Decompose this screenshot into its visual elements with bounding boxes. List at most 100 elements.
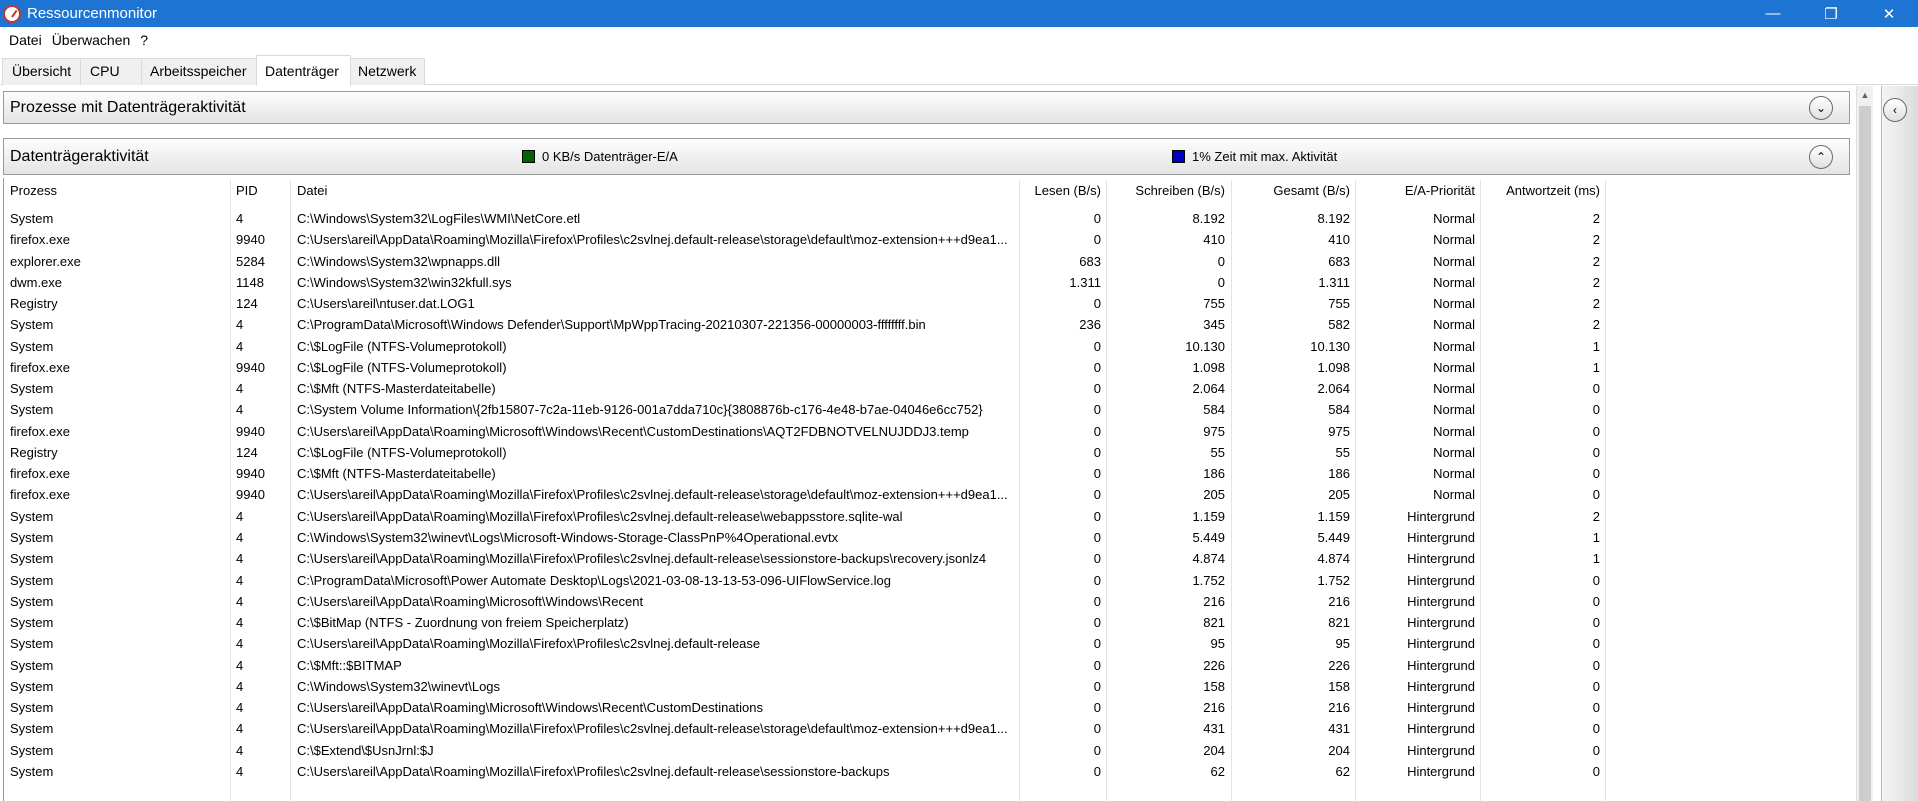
scroll-up-icon[interactable]: ▲ bbox=[1857, 86, 1873, 103]
table-row[interactable]: System 4 C:\ProgramData\Microsoft\Power Au… bbox=[4, 570, 1850, 591]
cell-response: 0 bbox=[1592, 444, 1600, 460]
tab-datentraeger[interactable]: Datenträger bbox=[256, 55, 351, 86]
table-row[interactable]: System 4 C:\Windows\System32\winevt\Logs\M… bbox=[4, 527, 1850, 548]
menu-datei[interactable]: Datei bbox=[4, 32, 47, 48]
table-row[interactable]: System 4 C:\Users\areil\AppData\Roaming\Mo… bbox=[4, 506, 1850, 527]
cell-priority: Normal bbox=[1433, 423, 1475, 439]
table-row[interactable]: System 4 C:\$LogFile (NTFS-Volumeprotokoll… bbox=[4, 336, 1850, 357]
table-row[interactable]: System 4 C:\$Mft::$BITMAP 0 226 226 Hintergrun… bbox=[4, 655, 1850, 676]
cell-process: System bbox=[10, 381, 54, 397]
column-header-process[interactable]: Prozess bbox=[10, 183, 225, 198]
legend-time-swatch bbox=[1172, 150, 1185, 163]
cell-file: C:\$Extend\$UsnJrnl:$J bbox=[297, 742, 434, 758]
column-header-priority[interactable]: E/A-Priorität bbox=[1358, 183, 1475, 198]
cell-write: 345 bbox=[1203, 317, 1225, 333]
minimize-button[interactable]: — bbox=[1744, 0, 1802, 27]
table-row[interactable]: Registry 124 C:\$LogFile (NTFS-Volumeproto… bbox=[4, 442, 1850, 463]
table-row[interactable]: System 4 C:\$Mft (NTFS-Masterdateitabelle)… bbox=[4, 378, 1850, 399]
cell-response: 0 bbox=[1592, 572, 1600, 588]
cell-file: C:\Windows\System32\wpnapps.dll bbox=[297, 253, 501, 269]
column-header-read[interactable]: Lesen (B/s) bbox=[1022, 183, 1101, 198]
table-row[interactable]: System 4 C:\Users\areil\AppData\Roaming\Mi… bbox=[4, 697, 1850, 718]
table-row[interactable]: System 4 C:\Users\areil\AppData\Roaming\Mo… bbox=[4, 761, 1850, 782]
cell-priority: Hintergrund bbox=[1407, 529, 1475, 545]
cell-priority: Hintergrund bbox=[1407, 636, 1475, 652]
table-row[interactable]: firefox.exe 9940 C:\$LogFile (NTFS-Volumep… bbox=[4, 357, 1850, 378]
cell-total: 204 bbox=[1328, 742, 1350, 758]
tab-arbeitsspeicher[interactable]: Arbeitsspeicher bbox=[141, 58, 257, 85]
cell-read: 0 bbox=[1093, 487, 1101, 503]
table-row[interactable]: System 4 C:\Windows\System32\winevt\Logs 0 1… bbox=[4, 676, 1850, 697]
cell-priority: Hintergrund bbox=[1407, 551, 1475, 567]
cell-write: 205 bbox=[1203, 487, 1225, 503]
cell-total: 158 bbox=[1328, 678, 1350, 694]
cell-write: 186 bbox=[1203, 466, 1225, 482]
table-row[interactable]: System 4 C:\$Extend\$UsnJrnl:$J 0 204 204 Hint… bbox=[4, 740, 1850, 761]
table-row[interactable]: dwm.exe 1148 C:\Windows\System32\win32kful… bbox=[4, 272, 1850, 293]
cell-file: C:\Windows\System32\winevt\Logs bbox=[297, 678, 501, 694]
disk-activity-table: Prozess PID Datei Lesen (B/s) Schreiben … bbox=[3, 178, 1850, 801]
table-row[interactable]: firefox.exe 9940 C:\$Mft (NTFS-Masterdatei… bbox=[4, 463, 1850, 484]
cell-file: C:\Windows\System32\winevt\Logs\Microsof… bbox=[297, 529, 839, 545]
cell-pid: 4 bbox=[236, 508, 244, 524]
table-row[interactable]: Registry 124 C:\Users\areil\ntuser.dat.LOG… bbox=[4, 293, 1850, 314]
cell-read: 0 bbox=[1093, 296, 1101, 312]
menu-help[interactable]: ? bbox=[135, 32, 153, 48]
cell-priority: Normal bbox=[1433, 338, 1475, 354]
column-header-response[interactable]: Antwortzeit (ms) bbox=[1483, 183, 1600, 198]
tab-uebersicht[interactable]: Übersicht bbox=[2, 58, 81, 85]
cell-priority: Hintergrund bbox=[1407, 742, 1475, 758]
cell-read: 0 bbox=[1093, 636, 1101, 652]
cell-read: 0 bbox=[1093, 211, 1101, 226]
menu-ueberwachen[interactable]: Überwachen bbox=[47, 32, 136, 48]
cell-total: 205 bbox=[1328, 487, 1350, 503]
chevron-up-icon[interactable]: ⌃ bbox=[1809, 144, 1833, 169]
chevron-down-icon[interactable]: ⌄ bbox=[1809, 95, 1833, 120]
cell-total: 683 bbox=[1328, 253, 1350, 269]
cell-process: System bbox=[10, 317, 54, 333]
cell-pid: 4 bbox=[236, 636, 244, 652]
tab-netzwerk[interactable]: Netzwerk bbox=[350, 58, 425, 85]
cell-total: 821 bbox=[1328, 615, 1350, 631]
column-header-write[interactable]: Schreiben (B/s) bbox=[1109, 183, 1225, 198]
table-row[interactable]: System 4 C:\$BitMap (NTFS - Zuordnung von … bbox=[4, 612, 1850, 633]
cell-write: 975 bbox=[1203, 423, 1225, 439]
cell-total: 2.064 bbox=[1317, 381, 1350, 397]
table-row[interactable]: System 4 C:\ProgramData\Microsoft\Windows … bbox=[4, 314, 1850, 335]
table-row[interactable]: System 4 C:\Users\areil\AppData\Roaming\Mi… bbox=[4, 591, 1850, 612]
table-row[interactable]: System 4 C:\System Volume Information\{2fb… bbox=[4, 399, 1850, 420]
legend-io-swatch bbox=[522, 150, 535, 163]
table-row[interactable]: System 4 C:\Users\areil\AppData\Roaming\Mo… bbox=[4, 548, 1850, 569]
column-header-file[interactable]: Datei bbox=[297, 183, 1012, 198]
tab-cpu[interactable]: CPU bbox=[80, 58, 142, 85]
chevron-left-icon[interactable]: ‹ bbox=[1883, 98, 1907, 122]
table-row[interactable]: System 4 C:\Users\areil\AppData\Roaming\Mo… bbox=[4, 718, 1850, 739]
table-row[interactable]: System 4 C:\Users\areil\AppData\Roaming\Mo… bbox=[4, 633, 1850, 654]
cell-process: System bbox=[10, 572, 54, 588]
cell-process: explorer.exe bbox=[10, 253, 81, 269]
column-header-pid[interactable]: PID bbox=[236, 183, 286, 198]
cell-read: 0 bbox=[1093, 700, 1101, 716]
table-row[interactable]: System 4 C:\Windows\System32\LogFiles\WMI\… bbox=[4, 208, 1850, 229]
table-row[interactable]: firefox.exe 9940 C:\Users\areil\AppData\Ro… bbox=[4, 421, 1850, 442]
cell-read: 0 bbox=[1093, 615, 1101, 631]
processes-section-title: Prozesse mit Datenträgeraktivität bbox=[10, 98, 246, 116]
cell-pid: 124 bbox=[236, 296, 258, 312]
close-button[interactable]: ✕ bbox=[1860, 0, 1918, 27]
table-row[interactable]: explorer.exe 5284 C:\Windows\System32\wpna… bbox=[4, 251, 1850, 272]
cell-write: 95 bbox=[1210, 636, 1225, 652]
vertical-scrollbar[interactable]: ▲ bbox=[1856, 86, 1873, 801]
cell-file: C:\Windows\System32\LogFiles\WMI\NetCore… bbox=[297, 211, 581, 226]
cell-priority: Hintergrund bbox=[1407, 593, 1475, 609]
cell-read: 0 bbox=[1093, 423, 1101, 439]
table-row[interactable]: firefox.exe 9940 C:\Users\areil\AppData\Ro… bbox=[4, 229, 1850, 250]
processes-section-header[interactable]: Prozesse mit Datenträgeraktivität ⌄ bbox=[3, 91, 1850, 124]
cell-write: 216 bbox=[1203, 700, 1225, 716]
cell-write: 10.130 bbox=[1185, 338, 1225, 354]
table-row[interactable]: firefox.exe 9940 C:\Users\areil\AppData\Ro… bbox=[4, 484, 1850, 505]
cell-process: firefox.exe bbox=[10, 487, 70, 503]
activity-section-header[interactable]: Datenträgeraktivität 0 KB/s Datenträger-… bbox=[3, 138, 1850, 175]
column-header-total[interactable]: Gesamt (B/s) bbox=[1234, 183, 1350, 198]
scroll-thumb[interactable] bbox=[1859, 106, 1871, 801]
restore-button[interactable]: ❐ bbox=[1802, 0, 1860, 27]
